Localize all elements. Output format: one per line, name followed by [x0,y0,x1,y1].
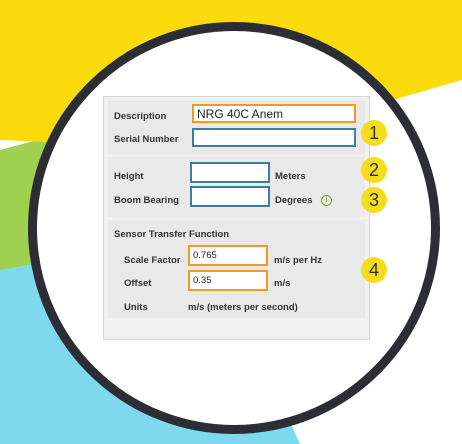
offset-label: Offset [124,278,152,289]
boom-bearing-input[interactable] [190,186,270,207]
description-label: Description [114,111,167,122]
transfer-heading: Sensor Transfer Function [114,229,230,240]
info-icon[interactable]: i [321,195,332,206]
height-label: Height [114,171,144,182]
scale-factor-input[interactable] [188,245,268,266]
scale-factor-label: Scale Factor [124,255,181,266]
callout-badge-4: 4 [361,257,387,283]
boom-bearing-unit: Degrees [275,195,313,206]
callout-badge-1: 1 [361,120,387,146]
height-input[interactable] [190,162,270,183]
units-value: m/s (meters per second) [188,302,298,313]
callout-badge-2: 2 [361,157,387,183]
offset-input[interactable] [188,270,268,291]
offset-unit: m/s [274,278,291,289]
serial-number-input[interactable] [192,128,356,147]
transfer-function-section: Sensor Transfer Function Scale Factor m/… [108,220,365,318]
sensor-properties-panel: Description Serial Number Height Meters … [103,96,370,340]
description-input[interactable] [192,104,356,123]
callout-badge-3: 3 [361,187,387,213]
scale-factor-unit: m/s per Hz [274,255,323,266]
mounting-section: Height Meters Boom Bearing Degrees i [108,157,365,217]
serial-number-label: Serial Number [114,134,179,145]
units-label: Units [124,302,148,313]
height-unit: Meters [275,171,306,182]
boom-bearing-label: Boom Bearing [114,195,179,206]
identity-section: Description Serial Number [108,100,365,154]
